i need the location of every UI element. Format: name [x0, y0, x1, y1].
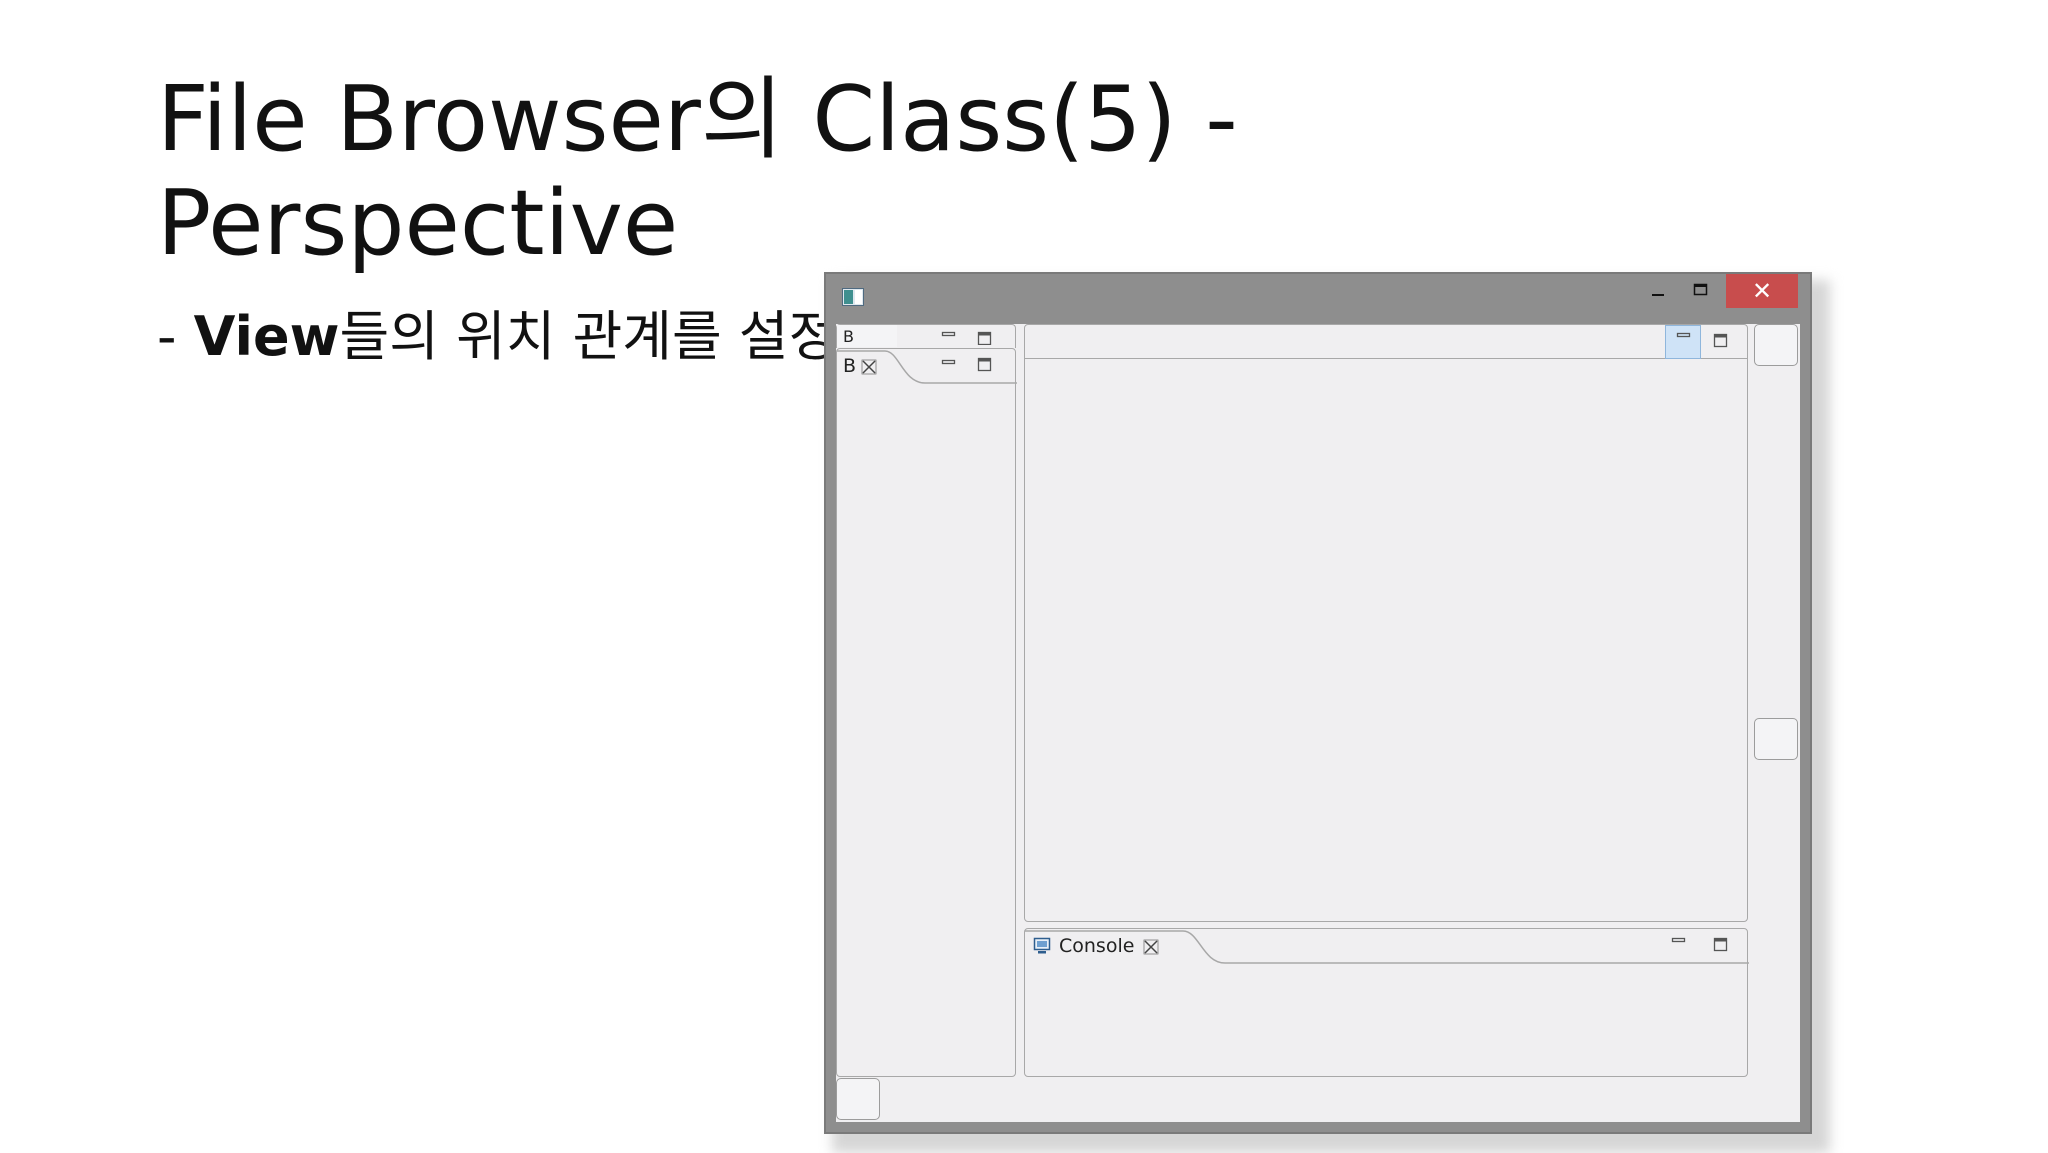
right-trim-top[interactable] — [1754, 324, 1798, 366]
left-back-tab[interactable]: B — [837, 325, 897, 347]
left-view-panel: B — [836, 348, 1017, 1077]
editor-area — [1024, 324, 1748, 922]
minimize-toggle[interactable] — [1665, 325, 1701, 359]
left-view-tab[interactable]: B — [837, 349, 889, 383]
maximize-icon[interactable] — [1713, 333, 1729, 349]
close-icon: ✕ — [1751, 277, 1773, 305]
window-titlebar[interactable]: ✕ — [826, 274, 1810, 324]
right-trim-middle[interactable] — [1754, 718, 1798, 760]
slide-title-line-2: Perspective — [157, 171, 679, 276]
maximize-icon — [1693, 283, 1708, 296]
console-icon — [1033, 937, 1051, 954]
left-view-tabbar: B — [837, 349, 1017, 384]
minimize-icon — [1652, 294, 1664, 296]
minimize-icon[interactable] — [1671, 937, 1687, 945]
console-tabbar: Console — [1025, 929, 1749, 964]
application-window: ✕ B B Console — [824, 272, 1812, 1134]
slide-title: File Browser의 Class(5) - Perspective — [157, 68, 1557, 276]
maximize-icon[interactable] — [1713, 937, 1729, 953]
minimize-icon[interactable] — [941, 359, 957, 367]
bottom-trim-left[interactable] — [836, 1078, 880, 1120]
window-maximize-button[interactable] — [1678, 274, 1722, 306]
bullet-text: - View들의 위치 관계를 설정 — [157, 302, 838, 372]
console-tab-label: Console — [1059, 935, 1135, 957]
window-icon — [842, 288, 864, 306]
console-tab[interactable]: Console — [1025, 929, 1185, 963]
tab-close-icon[interactable] — [861, 359, 877, 375]
maximize-icon[interactable] — [977, 331, 993, 345]
left-view-tab-label: B — [843, 355, 857, 377]
editor-tabbar — [1025, 325, 1747, 359]
bullet-prefix: - — [157, 305, 194, 368]
workbench-area: B B Console — [836, 324, 1800, 1122]
maximize-icon[interactable] — [977, 357, 993, 373]
tab-close-icon[interactable] — [1143, 939, 1159, 955]
slide-title-line-1: File Browser의 Class(5) - — [157, 67, 1238, 172]
bullet-bold-word: View — [193, 305, 340, 368]
console-view: Console — [1024, 928, 1749, 1077]
minimize-icon[interactable] — [941, 331, 957, 339]
minimize-icon — [1676, 332, 1691, 338]
left-back-tab-label: B — [843, 327, 854, 346]
bullet-rest: 들의 위치 관계를 설정 — [339, 305, 839, 368]
window-close-button[interactable]: ✕ — [1726, 274, 1798, 308]
window-minimize-button[interactable] — [1636, 274, 1680, 306]
left-view-stack-back: B — [836, 324, 1016, 348]
